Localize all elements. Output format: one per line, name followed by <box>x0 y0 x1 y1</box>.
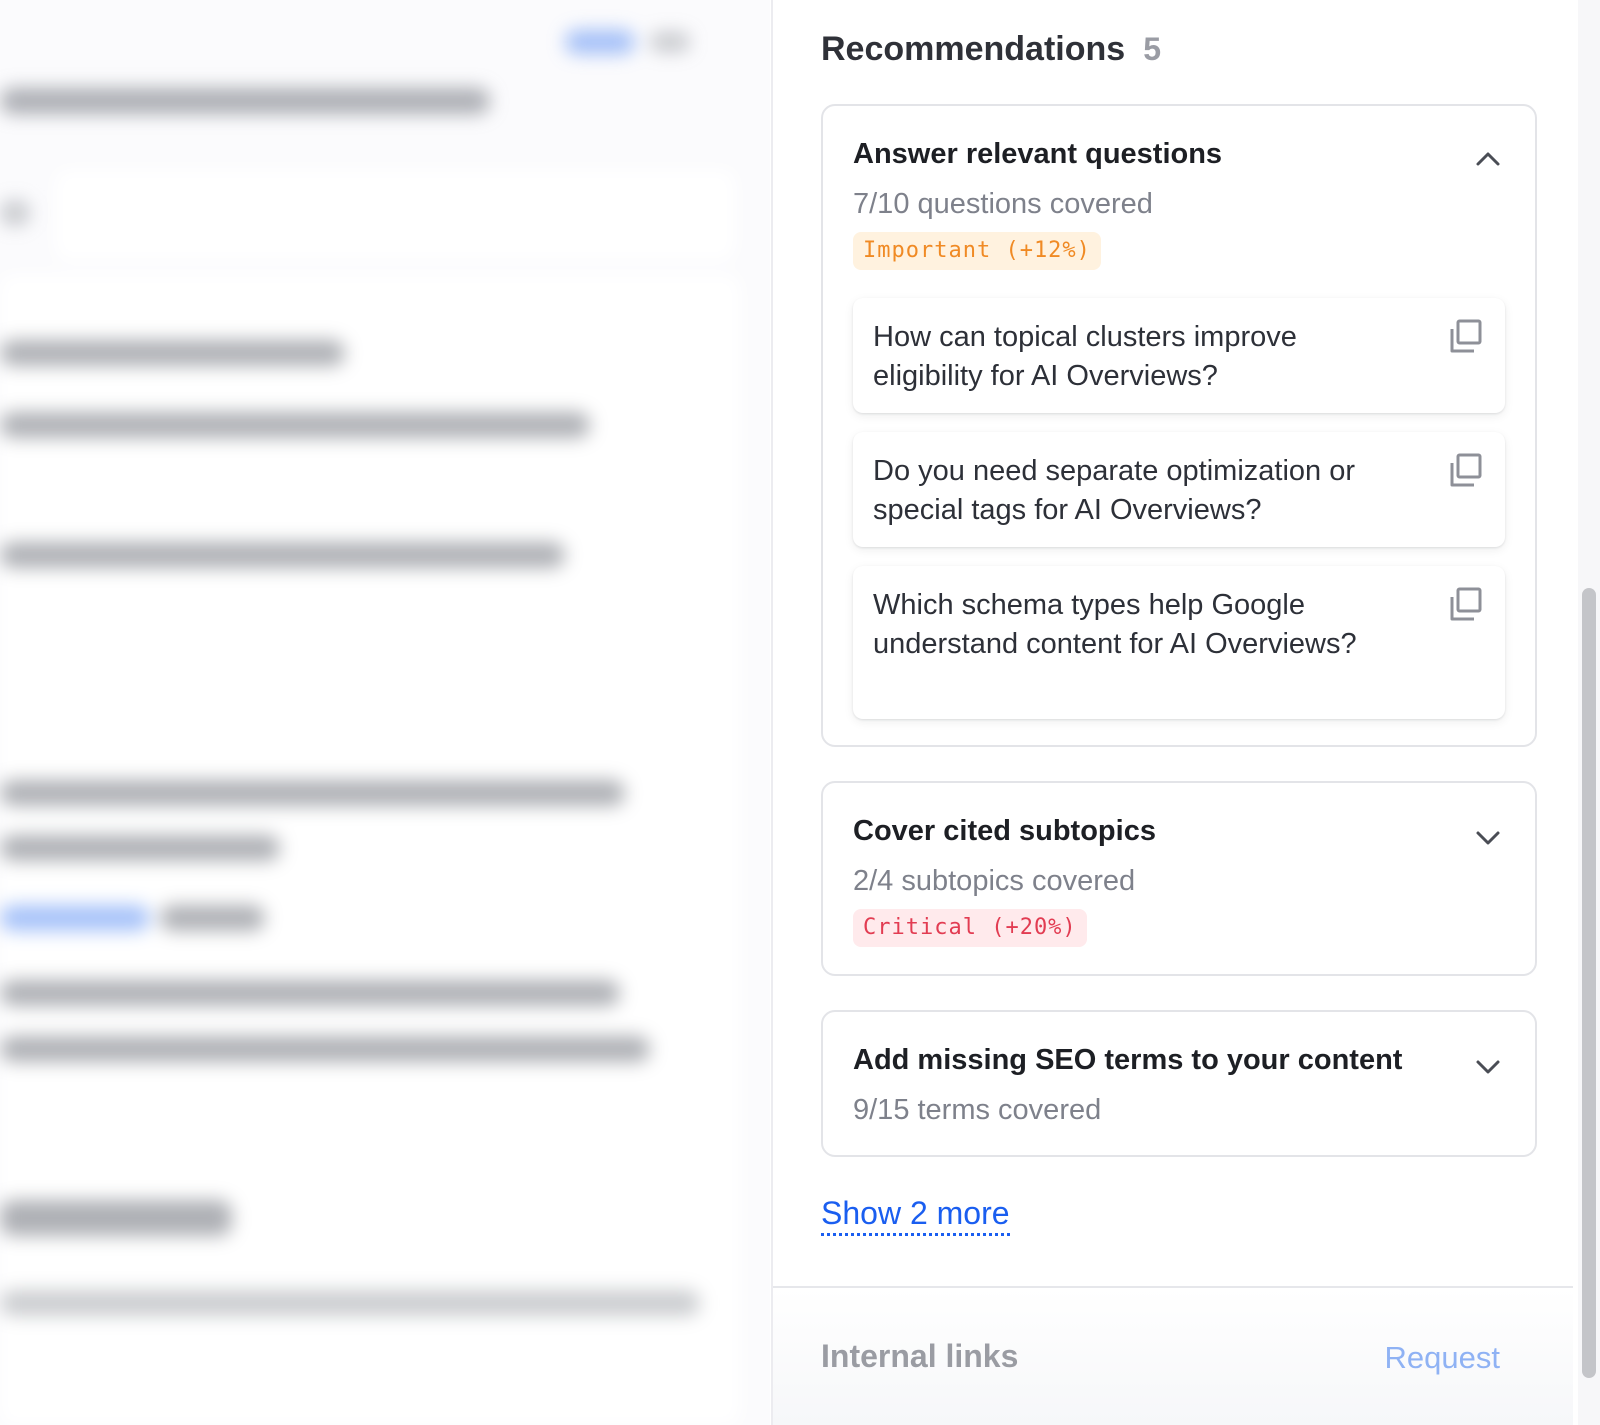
question-item: How can topical clusters improve eligibi… <box>853 298 1505 413</box>
card-title: Answer relevant questions <box>853 138 1223 170</box>
blurred-toggle <box>565 30 635 54</box>
recommendations-heading: Recommendations 5 <box>821 30 1161 69</box>
copy-icon[interactable] <box>1447 452 1485 490</box>
blurred-line <box>0 1290 700 1316</box>
question-text: Which schema types help Google understan… <box>873 589 1357 660</box>
card-subtitle: 2/4 subtopics covered <box>853 865 1136 897</box>
blurred-heading <box>0 1200 232 1236</box>
blurred-line <box>0 88 490 114</box>
blurred-line <box>0 412 590 438</box>
blurred-line <box>160 905 265 931</box>
blurred-line <box>0 200 30 226</box>
blurred-link <box>0 905 150 931</box>
blurred-line <box>0 1036 650 1062</box>
blurred-line <box>0 340 345 366</box>
scrollbar-thumb[interactable] <box>1582 588 1596 1378</box>
card-title: Cover cited subtopics <box>853 815 1156 847</box>
blurred-chip <box>650 32 690 52</box>
card-title: Add missing SEO terms to your content <box>853 1044 1403 1076</box>
blurred-line <box>0 780 625 806</box>
copy-icon[interactable] <box>1447 318 1485 356</box>
blurred-editor-area <box>0 0 770 1425</box>
request-button[interactable]: Request <box>1385 1340 1500 1376</box>
recommendation-card-seo-terms[interactable]: Add missing SEO terms to your content 9/… <box>821 1010 1537 1157</box>
copy-icon[interactable] <box>1447 586 1485 624</box>
blurred-line <box>0 542 565 568</box>
blurred-box <box>55 170 735 260</box>
card-subtitle: 7/10 questions covered <box>853 188 1153 220</box>
recommendations-count: 5 <box>1143 31 1161 67</box>
blurred-line <box>0 835 280 861</box>
question-item: Which schema types help Google understan… <box>853 566 1505 719</box>
recommendations-title: Recommendations <box>821 30 1126 68</box>
show-more-link[interactable]: Show 2 more <box>821 1195 1010 1236</box>
importance-badge: Important (+12%) <box>853 232 1101 270</box>
question-item: Do you need separate optimization or spe… <box>853 432 1505 547</box>
internal-links-title: Internal links <box>821 1338 1019 1374</box>
scrollbar-track[interactable] <box>1578 0 1600 1425</box>
chevron-up-icon[interactable] <box>1471 142 1505 176</box>
recommendation-card-cited-subtopics[interactable]: Cover cited subtopics 2/4 subtopics cove… <box>821 781 1537 976</box>
importance-badge: Critical (+20%) <box>853 909 1087 947</box>
chevron-down-icon[interactable] <box>1471 821 1505 855</box>
blurred-line <box>0 980 620 1006</box>
chevron-down-icon[interactable] <box>1471 1050 1505 1084</box>
card-subtitle: 9/15 terms covered <box>853 1094 1102 1126</box>
question-text: How can topical clusters improve eligibi… <box>873 321 1297 392</box>
blurred-content <box>0 0 770 1425</box>
recommendation-card-answer-questions: Answer relevant questions 7/10 questions… <box>821 104 1537 747</box>
question-text: Do you need separate optimization or spe… <box>873 455 1356 526</box>
recommendations-panel: Recommendations 5 Answer relevant questio… <box>771 0 1600 1425</box>
